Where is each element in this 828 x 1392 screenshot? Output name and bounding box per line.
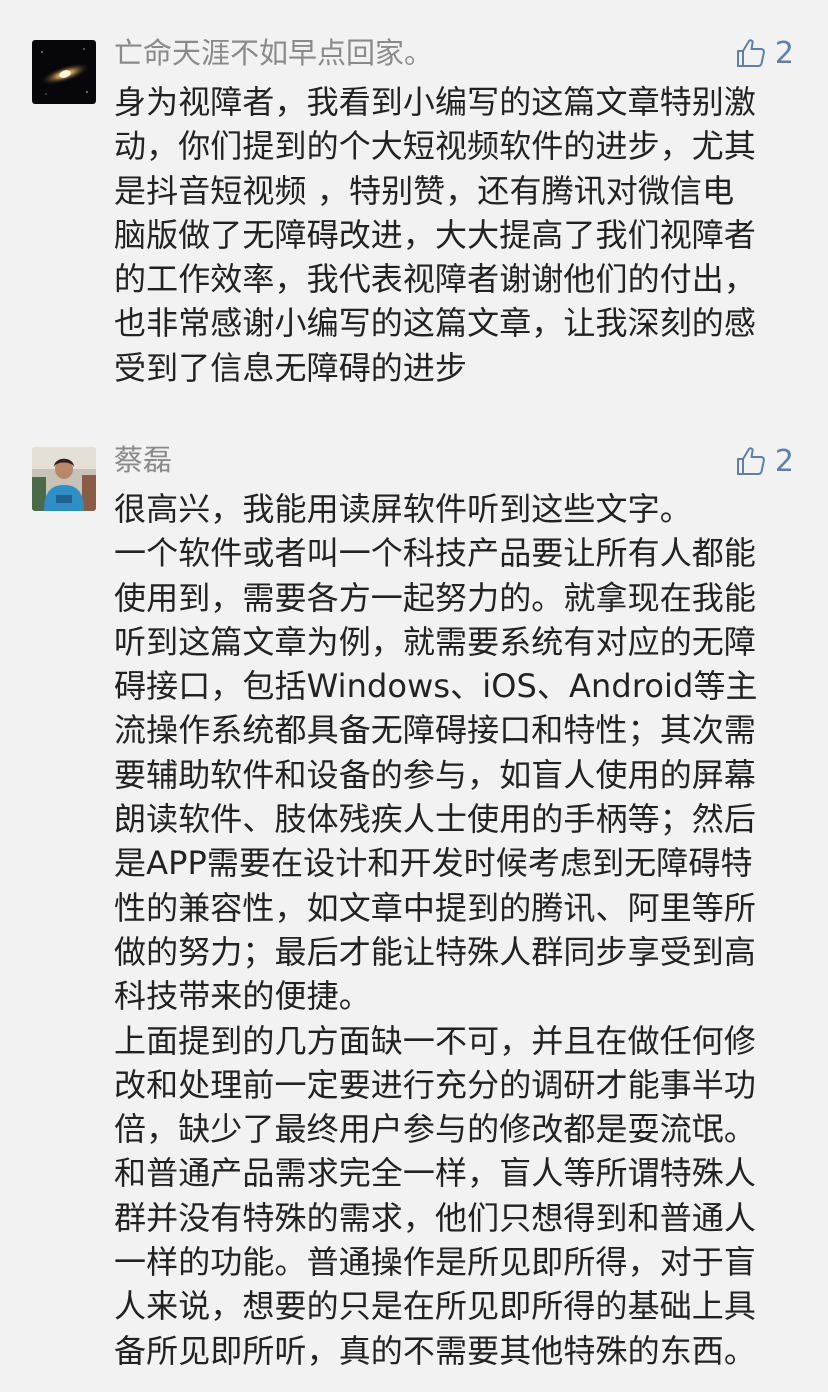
comment-body: 身为视障者，我看到小编写的这篇文章特别激 动，你们提到的个大短视频软件的进步，尤… (114, 80, 794, 390)
comment-line: 身为视障者，我看到小编写的这篇文章特别激 (114, 83, 757, 121)
comment-line: 很高兴，我能用读屏软件听到这些文字。 (114, 490, 692, 528)
comment-line: 是抖音短视频 ，特别赞，还有腾讯对微信电 (114, 171, 735, 210)
avatar[interactable] (32, 447, 96, 511)
like-count: 2 (774, 443, 794, 479)
comment-line: 听到这篇文章为例，就需要系统有对应的无障 (114, 622, 757, 661)
comment-line: 也非常感谢小编写的这篇文章，让我深刻的感 (114, 304, 757, 343)
like-button[interactable]: 2 (735, 33, 794, 73)
comment-line: 改和处理前一定要进行充分的调研才能事半功 (114, 1065, 757, 1104)
comment-line: 倍，缺少了最终用户参与的修改都是耍流氓。 (114, 1110, 757, 1149)
comment-line: 和普通产品需求完全一样，盲人等所谓特殊人 (114, 1154, 757, 1193)
comment-line: 人来说，想要的只是在所见即所得的基础上具 (114, 1287, 757, 1326)
comment-line: 受到了信息无障碍的进步 (114, 348, 468, 387)
avatar[interactable] (32, 40, 96, 104)
comment-line: 碍接口，包括Windows、iOS、Android等主 (114, 667, 758, 706)
comment-line: 脑版做了无障碍改进，大大提高了我们视障者 (114, 215, 757, 254)
comment-line: 一个软件或者叫一个科技产品要让所有人都能 (114, 534, 757, 573)
comment-line: 上面提到的几方面缺一不可，并且在做任何修 (114, 1021, 757, 1060)
like-button[interactable]: 2 (735, 441, 794, 481)
comment-line: 一样的功能。普通操作是所见即所得，对于盲 (114, 1243, 757, 1282)
comment-author[interactable]: 蔡磊 (114, 440, 172, 480)
like-count: 2 (774, 35, 794, 71)
comment-line: 性的兼容性，如文章中提到的腾讯、阿里等所 (114, 888, 757, 927)
comment-line: 使用到，需要各方一起努力的。就拿现在我能 (114, 578, 757, 617)
comment-line: 动，你们提到的个大短视频软件的进步，尤其 (114, 127, 757, 166)
comment-line: 流操作系统都具备无障碍接口和特性；其次需 (114, 711, 757, 750)
thumbs-up-icon (736, 39, 765, 67)
comment-line: 群并没有特殊的需求，他们只想得到和普通人 (114, 1198, 757, 1237)
comment-line: 科技带来的便捷。 (114, 977, 371, 1016)
comment-line: 做的努力；最后才能让特殊人群同步享受到高 (114, 932, 757, 971)
comment-line: 备所见即所听，真的不需要其他特殊的东西。 (114, 1331, 757, 1370)
thumbs-up-icon (736, 447, 765, 475)
comment-line: 要辅助软件和设备的参与，如盲人使用的屏幕 (114, 755, 757, 794)
comment-line: 的工作效率，我代表视障者谢谢他们的付出， (114, 260, 757, 299)
comment-line: 是APP需要在设计和开发时候考虑到无障碍特 (114, 844, 753, 883)
comment-author[interactable]: 亡命天涯不如早点回家。 (114, 33, 433, 73)
comment-line: 朗读软件、肢体残疾人士使用的手柄等；然后 (114, 800, 757, 839)
comment-body: 很高兴，我能用读屏软件听到这些文字。 一个软件或者叫一个科技产品要让所有人都能 … (114, 487, 794, 1373)
